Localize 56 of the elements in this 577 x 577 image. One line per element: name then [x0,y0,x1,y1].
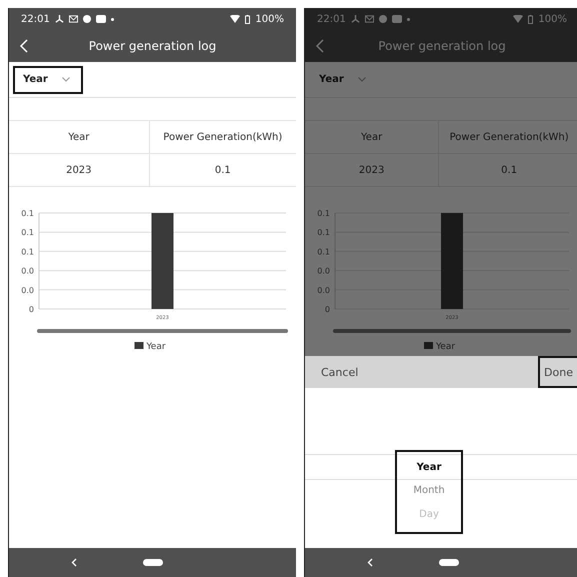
axis-label: 0.1 [21,209,34,218]
column-header: Power Generation(kWh) [162,130,284,144]
wifi-icon [513,15,524,23]
fan-icon [54,14,64,24]
video-icon [96,15,106,23]
dot-icon [406,18,410,20]
axis-label: 0.1 [317,209,330,218]
picker-option[interactable]: Year [416,456,442,480]
status-time: 22:01 [317,14,346,24]
mail-icon [364,15,374,23]
column-header: Power Generation(kWh) [448,130,570,144]
table-cell: 2023 [305,154,440,186]
chevron-down-icon [358,77,366,82]
battery-icon [245,14,250,24]
legend-swatch [134,342,144,349]
mail-icon [68,15,78,23]
table-cell: 2023 [9,154,150,186]
legend-label: Year [436,342,456,352]
axis-label: 0.1 [21,228,34,238]
legend-swatch [424,342,433,349]
scroll-bar[interactable] [333,329,571,333]
back-icon[interactable] [367,558,373,567]
table-cell-text: 0.1 [500,164,518,178]
axis-label: 0.1 [317,247,330,256]
axis-label: 0.0 [317,286,330,295]
screen-title: Power generation log [88,39,216,53]
wifi-icon [230,15,240,23]
home-icon[interactable] [439,559,459,566]
axis-label: 0.0 [21,286,34,295]
axis-label: 0.1 [21,247,34,256]
column-header: Year [9,121,150,153]
status-time: 22:01 [21,14,50,24]
video-icon [392,15,402,23]
cancel-button[interactable]: Cancel [315,356,364,388]
dot-icon [110,18,114,20]
table-cell-text: 0.1 [214,164,232,178]
axis-label: 0.1 [317,228,330,238]
legend-label: Year [146,342,166,352]
chevron-down-icon [62,77,70,82]
column-header: Year [305,121,440,153]
picker-wheel[interactable]: Year Month Day [395,450,463,534]
axis-label: 0.0 [21,266,34,276]
axis-label: 0.0 [317,266,330,276]
fan-icon [350,14,360,24]
picker-option[interactable]: Month [413,479,445,503]
screen-title: Power generation log [378,39,506,53]
done-button[interactable]: Done [538,356,577,388]
battery-level: 100% [255,14,284,24]
axis-label: 0 [28,305,34,314]
scroll-bar[interactable] [37,329,288,333]
battery-icon [528,14,534,24]
back-icon[interactable] [71,558,77,567]
axis-label: 0 [324,305,330,314]
battery-level: 100% [538,14,567,24]
period-dropdown[interactable]: Year [13,66,83,94]
home-icon[interactable] [143,559,163,566]
